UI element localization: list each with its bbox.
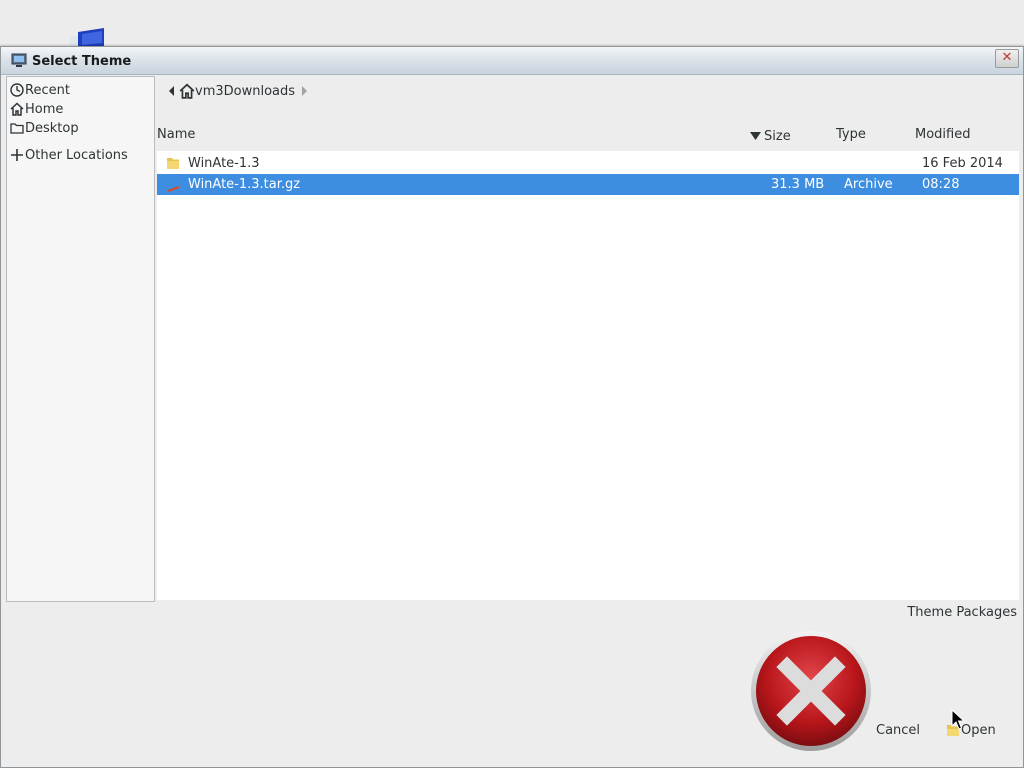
sidebar-item-label: Other Locations [25, 147, 128, 163]
column-header-name[interactable]: Name [157, 127, 195, 145]
file-modified: 08:28 [922, 177, 960, 192]
cancel-button[interactable]: Cancel [876, 719, 920, 741]
file-list: WinAte-1.3 16 Feb 2014 WinAte-1.3.tar.gz… [157, 151, 1019, 600]
file-name: WinAte-1.3.tar.gz [188, 177, 301, 192]
path-button-current[interactable]: vm3Downloads [195, 84, 295, 99]
places-sidebar: Recent Home Desktop Other Locations [6, 76, 155, 602]
sidebar-item-recent[interactable]: Recent [10, 81, 70, 99]
file-type: Archive [844, 177, 893, 192]
home-icon [10, 102, 24, 116]
chevron-right-icon[interactable] [300, 84, 309, 98]
path-bar: vm3Downloads [167, 81, 309, 101]
sidebar-item-label: Recent [25, 82, 70, 98]
open-button-label: Open [961, 722, 996, 738]
filter-combo[interactable]: Theme Packages [907, 605, 1017, 620]
error-x-icon [751, 631, 871, 751]
folder-icon [10, 123, 24, 134]
sidebar-item-label: Desktop [25, 120, 79, 136]
plus-icon [11, 149, 23, 161]
archive-icon [167, 186, 180, 192]
file-modified: 16 Feb 2014 [922, 156, 1003, 171]
chevron-left-icon[interactable] [167, 84, 176, 98]
sidebar-item-desktop[interactable]: Desktop [10, 119, 79, 137]
cancel-button-label: Cancel [876, 722, 921, 738]
column-header-type[interactable]: Type [836, 127, 866, 145]
sidebar-item-home[interactable]: Home [10, 100, 63, 118]
clock-icon [10, 83, 24, 97]
home-icon [179, 83, 195, 99]
column-header-size[interactable]: Size [749, 127, 791, 145]
column-header-modified[interactable]: Modified [915, 127, 970, 145]
select-theme-dialog: Select Theme ✕ Recent Home Desktop Other… [0, 46, 1024, 768]
file-name: WinAte-1.3 [188, 156, 260, 171]
column-header-size-label: Size [764, 128, 791, 144]
close-button[interactable]: ✕ [995, 49, 1019, 68]
close-icon: ✕ [1001, 50, 1013, 65]
table-row[interactable]: WinAte-1.3 16 Feb 2014 [157, 153, 1019, 174]
sidebar-item-other-locations[interactable]: Other Locations [10, 146, 128, 164]
sidebar-item-label: Home [25, 101, 64, 117]
table-row[interactable]: WinAte-1.3.tar.gz 31.3 MB Archive 08:28 [157, 174, 1019, 195]
folder-icon [167, 158, 179, 169]
file-size: 31.3 MB [771, 177, 825, 192]
dialog-title: Select Theme [32, 54, 132, 69]
title-bar: Select Theme ✕ [1, 47, 1023, 75]
mouse-cursor-icon [951, 709, 965, 730]
sort-desc-icon [750, 132, 761, 140]
app-icon [11, 53, 27, 67]
